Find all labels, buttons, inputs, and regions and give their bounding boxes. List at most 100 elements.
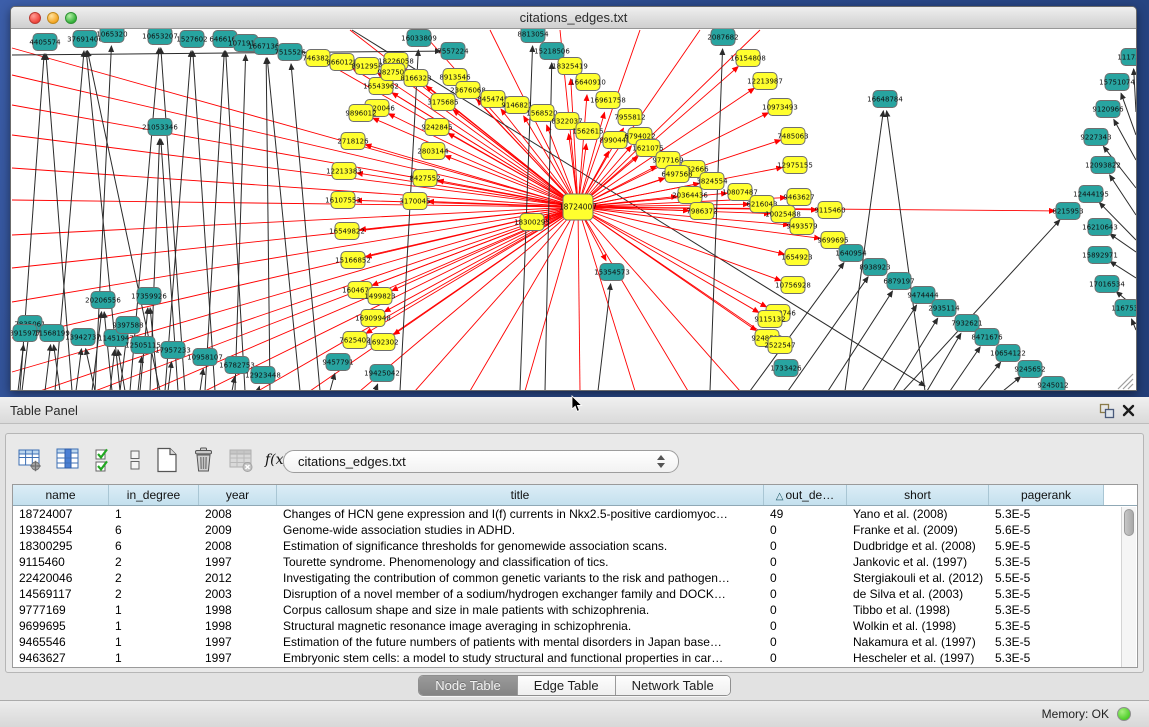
graph-edge[interactable]	[950, 347, 980, 390]
graph-edge[interactable]	[366, 207, 578, 257]
cell-in_degree: 1	[109, 618, 199, 634]
graph-edge[interactable]	[45, 345, 51, 390]
network-canvas[interactable]: 4405574376914061065320106532071527602646…	[11, 29, 1136, 390]
column-header-title[interactable]: title	[277, 485, 764, 505]
graph-edge[interactable]	[357, 173, 578, 207]
table-body: 1872400712008Changes of HCN gene express…	[13, 506, 1137, 666]
cell-out_degree: 0	[764, 650, 847, 666]
column-header-pagerank[interactable]: pagerank	[989, 485, 1104, 505]
graph-node-label: 16543962	[363, 83, 399, 91]
graph-node-label: 16961758	[590, 97, 626, 105]
graph-edge[interactable]	[1121, 93, 1136, 135]
graph-node-label: 21053346	[142, 124, 178, 132]
table-row[interactable]: 1872400712008Changes of HCN gene express…	[13, 506, 1137, 522]
graph-edge[interactable]	[1134, 69, 1136, 112]
memory-status-indicator	[1117, 707, 1131, 721]
table-row[interactable]: 977716911998Corpus callosum shape and si…	[13, 602, 1137, 618]
graph-edge[interactable]	[525, 207, 578, 390]
graph-edge[interactable]	[165, 51, 191, 390]
graph-edge[interactable]	[470, 207, 578, 390]
column-header-name[interactable]: name	[13, 485, 109, 505]
graph-edge[interactable]	[226, 51, 245, 390]
graph-node-label: 9227343	[1080, 134, 1111, 142]
graph-edge[interactable]	[448, 133, 578, 207]
graph-edge[interactable]	[200, 369, 203, 390]
delete-columns-button[interactable]	[186, 445, 222, 475]
network-canvas-container: 4405574376914061065320106532071527602646…	[11, 29, 1136, 390]
graph-edge[interactable]	[161, 48, 185, 390]
graph-node-label: 15166852	[335, 257, 371, 265]
graph-edge[interactable]	[893, 318, 938, 390]
graph-edge[interactable]	[232, 377, 235, 390]
status-bar: Memory: OK	[0, 700, 1149, 727]
selection-mode-button[interactable]	[88, 445, 122, 475]
table-row[interactable]: 946362711997Embryonic stem cells: a mode…	[13, 650, 1137, 666]
column-header-in_degree[interactable]: in_degree	[109, 485, 199, 505]
graph-edge[interactable]	[104, 312, 112, 390]
graph-edge[interactable]	[1110, 175, 1136, 215]
scrollbar-thumb[interactable]	[1124, 509, 1134, 536]
select-columns-button[interactable]	[48, 445, 88, 475]
graph-edge[interactable]	[578, 207, 688, 390]
graph-node-label: 15354573	[594, 269, 630, 277]
table-selector-value: citations_edges.txt	[298, 451, 406, 472]
row-options-button[interactable]	[122, 445, 148, 475]
graph-edge[interactable]	[927, 333, 961, 390]
table-row[interactable]: 911546021997Tourette syndrome. Phenomeno…	[13, 554, 1137, 570]
graph-edge[interactable]	[392, 207, 578, 291]
table-row[interactable]: 969969511998Structural magnetic resonanc…	[13, 618, 1137, 634]
table-row[interactable]: 2242004622012Investigating the contribut…	[13, 570, 1137, 586]
graph-edge[interactable]	[92, 312, 102, 390]
graph-edge[interactable]	[86, 349, 95, 390]
graph-edge[interactable]	[394, 207, 578, 335]
vertical-scrollbar[interactable]	[1121, 507, 1136, 667]
graph-edge[interactable]	[578, 207, 784, 254]
table-selector-dropdown[interactable]: citations_edges.txt	[283, 450, 679, 473]
graph-edge[interactable]	[54, 345, 60, 390]
table-row[interactable]: 1456911722003Disruption of a novel membe…	[13, 586, 1137, 602]
graph-node-label: 2522547	[764, 342, 795, 350]
network-window-titlebar[interactable]: citations_edges.txt	[11, 7, 1136, 29]
graph-edge[interactable]	[862, 305, 917, 390]
graph-edge[interactable]	[598, 284, 611, 390]
column-header-year[interactable]: year	[199, 485, 277, 505]
graph-edge[interactable]	[76, 349, 81, 390]
graph-edge[interactable]	[578, 207, 635, 390]
cell-title: Tourette syndrome. Phenomenology and cla…	[277, 554, 764, 570]
create-column-button[interactable]	[148, 445, 186, 475]
graph-edge[interactable]	[978, 362, 1001, 390]
graph-edge[interactable]	[1003, 377, 1021, 390]
table-row[interactable]: 946554611997Estimation of the future num…	[13, 634, 1137, 650]
graph-edge[interactable]	[375, 384, 378, 390]
table-row[interactable]: 1830029562008Estimation of significance …	[13, 538, 1137, 554]
float-panel-icon[interactable]	[1099, 403, 1115, 419]
graph-edge[interactable]	[828, 291, 892, 390]
graph-edge[interactable]	[1132, 319, 1136, 330]
graph-edge[interactable]	[578, 207, 580, 390]
close-panel-icon[interactable]	[1121, 403, 1137, 419]
graph-edge[interactable]	[235, 55, 246, 390]
graph-edge[interactable]	[400, 50, 418, 390]
graph-node-label: 16782753	[219, 362, 255, 370]
graph-node-label: 2803144	[417, 148, 449, 156]
graph-edge[interactable]	[12, 48, 578, 207]
tab-network-table[interactable]: Network Table	[616, 676, 730, 696]
cell-in_degree: 1	[109, 602, 199, 618]
graph-edge[interactable]	[168, 362, 172, 390]
graph-edge[interactable]	[258, 386, 259, 390]
graph-edge[interactable]	[205, 51, 224, 390]
tab-node-table[interactable]: Node Table	[419, 676, 518, 696]
canvas-resize-grip[interactable]	[1118, 374, 1133, 389]
table-row[interactable]: 1938455462009Genome-wide association stu…	[13, 522, 1137, 538]
cell-pagerank: 5.6E-5	[989, 522, 1104, 538]
graph-edge[interactable]	[12, 51, 441, 55]
cell-in_degree: 2	[109, 586, 199, 602]
table-settings-button[interactable]	[12, 445, 48, 475]
column-header-out_degree[interactable]: △out_de…	[764, 485, 847, 505]
column-header-short[interactable]: short	[847, 485, 989, 505]
cell-pagerank: 5.3E-5	[989, 554, 1104, 570]
graph-edge[interactable]	[12, 135, 578, 207]
tab-edge-table[interactable]: Edge Table	[518, 676, 616, 696]
graph-edge[interactable]	[578, 207, 767, 307]
graph-node-label: 8215953	[1052, 208, 1083, 216]
